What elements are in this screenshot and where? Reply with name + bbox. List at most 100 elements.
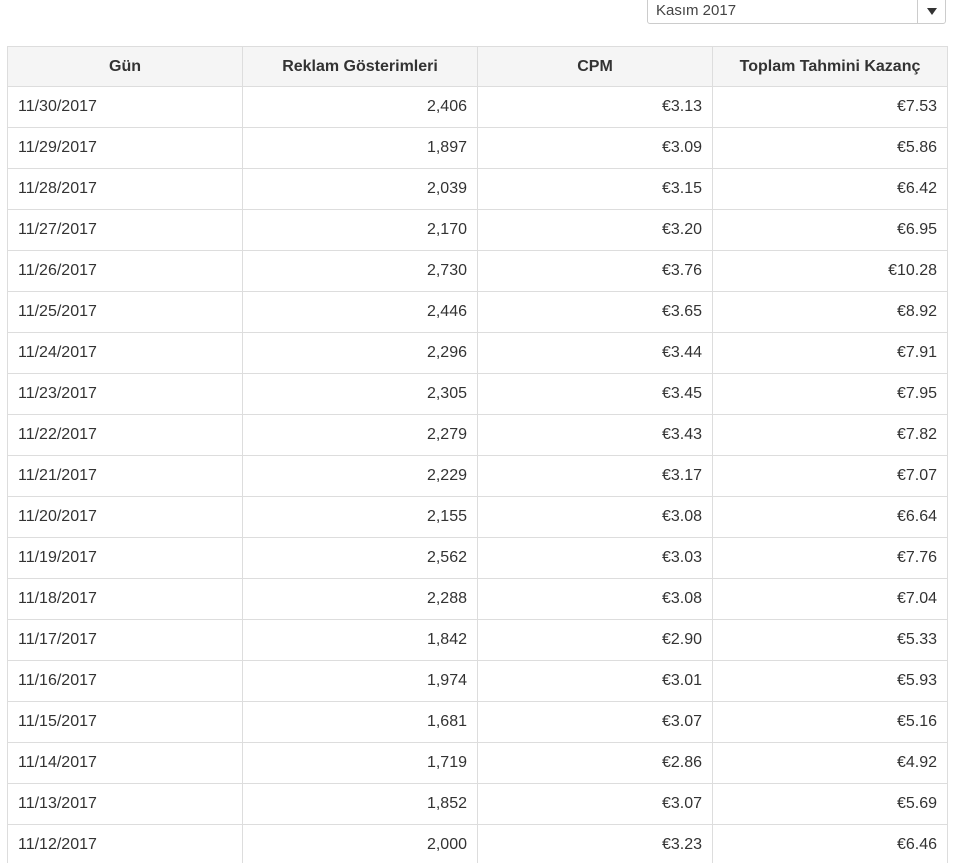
table-row: 11/24/2017 2,296 €3.44 €7.91	[7, 332, 948, 374]
table-row: 11/16/2017 1,974 €3.01 €5.93	[7, 660, 948, 702]
cell-total-estimated-earnings: €7.04	[712, 578, 948, 620]
cell-ad-impressions: 2,305	[242, 373, 478, 415]
cell-ad-impressions: 1,842	[242, 619, 478, 661]
cell-day: 11/23/2017	[7, 373, 243, 415]
table-row: 11/21/2017 2,229 €3.17 €7.07	[7, 455, 948, 497]
table-row: 11/23/2017 2,305 €3.45 €7.95	[7, 373, 948, 415]
caret-down-icon	[926, 7, 937, 15]
cell-day: 11/25/2017	[7, 291, 243, 333]
cell-ad-impressions: 2,170	[242, 209, 478, 251]
cell-ad-impressions: 2,288	[242, 578, 478, 620]
cell-total-estimated-earnings: €7.53	[712, 86, 948, 128]
cell-day: 11/22/2017	[7, 414, 243, 456]
cell-cpm: €3.13	[477, 86, 713, 128]
cell-day: 11/18/2017	[7, 578, 243, 620]
cell-cpm: €3.07	[477, 701, 713, 743]
cell-day: 11/24/2017	[7, 332, 243, 374]
cell-day: 11/16/2017	[7, 660, 243, 702]
cell-cpm: €3.03	[477, 537, 713, 579]
cell-cpm: €3.44	[477, 332, 713, 374]
table-row: 11/15/2017 1,681 €3.07 €5.16	[7, 701, 948, 743]
column-header-day[interactable]: Gün	[7, 46, 243, 87]
cell-cpm: €3.07	[477, 783, 713, 825]
table-row: 11/27/2017 2,170 €3.20 €6.95	[7, 209, 948, 251]
table-row: 11/28/2017 2,039 €3.15 €6.42	[7, 168, 948, 210]
cell-total-estimated-earnings: €5.86	[712, 127, 948, 169]
cell-day: 11/21/2017	[7, 455, 243, 497]
cell-ad-impressions: 1,719	[242, 742, 478, 784]
cell-day: 11/27/2017	[7, 209, 243, 251]
cell-ad-impressions: 2,279	[242, 414, 478, 456]
cell-ad-impressions: 1,852	[242, 783, 478, 825]
cell-ad-impressions: 2,000	[242, 824, 478, 863]
cell-ad-impressions: 2,446	[242, 291, 478, 333]
month-select-value: Kasım 2017	[656, 2, 737, 19]
cell-day: 11/20/2017	[7, 496, 243, 538]
cell-ad-impressions: 2,039	[242, 168, 478, 210]
cell-ad-impressions: 2,155	[242, 496, 478, 538]
cell-total-estimated-earnings: €6.46	[712, 824, 948, 863]
month-select-toggle[interactable]	[917, 0, 945, 23]
cell-cpm: €3.08	[477, 496, 713, 538]
earnings-table: Gün Reklam Gösterimleri CPM Toplam Tahmi…	[7, 46, 948, 863]
table-row: 11/17/2017 1,842 €2.90 €5.33	[7, 619, 948, 661]
cell-day: 11/15/2017	[7, 701, 243, 743]
table-row: 11/26/2017 2,730 €3.76 €10.28	[7, 250, 948, 292]
table-header-row: Gün Reklam Gösterimleri CPM Toplam Tahmi…	[7, 46, 948, 87]
column-header-ad-impressions[interactable]: Reklam Gösterimleri	[242, 46, 478, 87]
cell-cpm: €3.23	[477, 824, 713, 863]
table-row: 11/22/2017 2,279 €3.43 €7.82	[7, 414, 948, 456]
cell-ad-impressions: 1,681	[242, 701, 478, 743]
table-row: 11/18/2017 2,288 €3.08 €7.04	[7, 578, 948, 620]
table-row: 11/29/2017 1,897 €3.09 €5.86	[7, 127, 948, 169]
cell-total-estimated-earnings: €5.33	[712, 619, 948, 661]
cell-day: 11/26/2017	[7, 250, 243, 292]
cell-ad-impressions: 2,562	[242, 537, 478, 579]
table-row: 11/25/2017 2,446 €3.65 €8.92	[7, 291, 948, 333]
cell-total-estimated-earnings: €8.92	[712, 291, 948, 333]
cell-total-estimated-earnings: €7.07	[712, 455, 948, 497]
cell-day: 11/30/2017	[7, 86, 243, 128]
cell-day: 11/12/2017	[7, 824, 243, 863]
table-row: 11/13/2017 1,852 €3.07 €5.69	[7, 783, 948, 825]
month-select[interactable]: Kasım 2017	[647, 0, 946, 24]
cell-day: 11/19/2017	[7, 537, 243, 579]
column-header-total-estimated-earnings[interactable]: Toplam Tahmini Kazanç	[712, 46, 948, 87]
cell-cpm: €3.76	[477, 250, 713, 292]
cell-ad-impressions: 2,296	[242, 332, 478, 374]
cell-total-estimated-earnings: €7.95	[712, 373, 948, 415]
cell-cpm: €3.15	[477, 168, 713, 210]
cell-total-estimated-earnings: €7.91	[712, 332, 948, 374]
cell-day: 11/14/2017	[7, 742, 243, 784]
table-row: 11/20/2017 2,155 €3.08 €6.64	[7, 496, 948, 538]
cell-total-estimated-earnings: €5.69	[712, 783, 948, 825]
column-header-cpm[interactable]: CPM	[477, 46, 713, 87]
cell-total-estimated-earnings: €6.42	[712, 168, 948, 210]
cell-cpm: €3.01	[477, 660, 713, 702]
cell-cpm: €3.20	[477, 209, 713, 251]
cell-cpm: €2.86	[477, 742, 713, 784]
cell-total-estimated-earnings: €7.76	[712, 537, 948, 579]
cell-day: 11/13/2017	[7, 783, 243, 825]
earnings-page: Kasım 2017 Gün Reklam Gösterimleri CPM T…	[0, 0, 955, 863]
cell-ad-impressions: 2,229	[242, 455, 478, 497]
cell-cpm: €2.90	[477, 619, 713, 661]
table-row: 11/19/2017 2,562 €3.03 €7.76	[7, 537, 948, 579]
table-row: 11/30/2017 2,406 €3.13 €7.53	[7, 86, 948, 128]
cell-cpm: €3.45	[477, 373, 713, 415]
cell-total-estimated-earnings: €10.28	[712, 250, 948, 292]
table-row: 11/14/2017 1,719 €2.86 €4.92	[7, 742, 948, 784]
cell-cpm: €3.65	[477, 291, 713, 333]
cell-day: 11/29/2017	[7, 127, 243, 169]
cell-total-estimated-earnings: €6.64	[712, 496, 948, 538]
cell-total-estimated-earnings: €5.16	[712, 701, 948, 743]
table-body: 11/30/2017 2,406 €3.13 €7.53 11/29/2017 1,897…	[7, 86, 948, 863]
cell-day: 11/17/2017	[7, 619, 243, 661]
cell-day: 11/28/2017	[7, 168, 243, 210]
cell-cpm: €3.17	[477, 455, 713, 497]
cell-cpm: €3.09	[477, 127, 713, 169]
cell-total-estimated-earnings: €7.82	[712, 414, 948, 456]
cell-cpm: €3.08	[477, 578, 713, 620]
cell-ad-impressions: 1,974	[242, 660, 478, 702]
cell-total-estimated-earnings: €4.92	[712, 742, 948, 784]
